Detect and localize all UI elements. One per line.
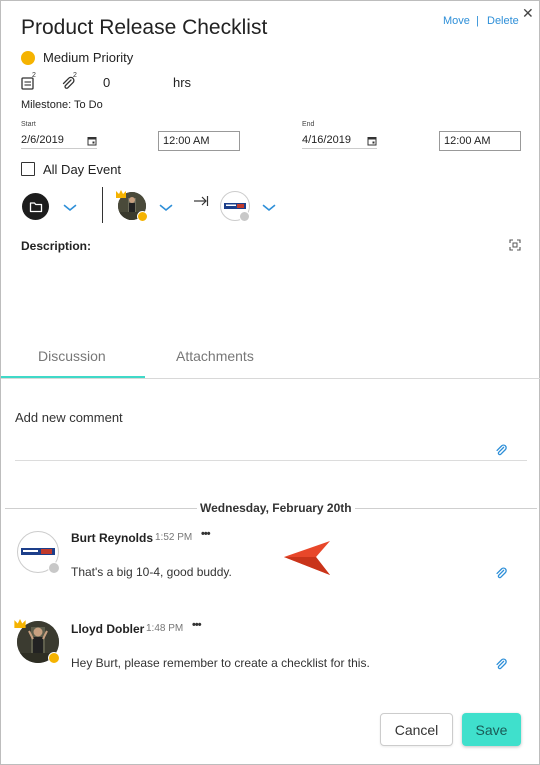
- date-divider: Wednesday, February 20th: [197, 501, 355, 515]
- crown-icon: [14, 619, 26, 628]
- start-time-field[interactable]: 12:00 AM: [158, 131, 240, 151]
- new-comment-underline: [15, 460, 527, 461]
- priority-indicator[interactable]: [21, 51, 35, 65]
- chevron-down-icon[interactable]: [262, 204, 276, 212]
- active-tab-indicator: [1, 376, 145, 378]
- crown-icon: [116, 190, 126, 198]
- start-label: Start: [21, 121, 36, 128]
- milestone-label[interactable]: Milestone: To Do: [21, 99, 103, 111]
- end-date-field[interactable]: 4/16/2019: [302, 131, 377, 149]
- priority-label[interactable]: Medium Priority: [43, 50, 133, 65]
- comment-more-button[interactable]: •••: [192, 619, 202, 631]
- start-date-field[interactable]: 2/6/2019: [21, 131, 97, 149]
- hours-unit: hrs: [173, 75, 192, 90]
- tabs-divider: [1, 378, 540, 379]
- status-offline-indicator: [239, 211, 250, 222]
- comment-more-button[interactable]: •••: [201, 528, 211, 540]
- calendar-icon[interactable]: [367, 136, 377, 146]
- all-day-label[interactable]: All Day Event: [43, 162, 121, 177]
- comment-author[interactable]: Lloyd Dobler: [71, 622, 144, 636]
- comment-author[interactable]: Burt Reynolds: [71, 531, 153, 545]
- header-separator: |: [476, 15, 479, 27]
- hours-value[interactable]: 0: [103, 75, 110, 90]
- new-comment-input[interactable]: Add new comment: [15, 410, 123, 425]
- start-date-value: 2/6/2019: [21, 134, 64, 146]
- comment-time: 1:48 PM: [146, 623, 184, 634]
- comment-text: Hey Burt, please remember to create a ch…: [71, 656, 370, 670]
- chevron-down-icon[interactable]: [159, 204, 173, 212]
- calendar-icon[interactable]: [87, 136, 97, 146]
- attachment-count: 2: [73, 72, 77, 79]
- chevron-down-icon[interactable]: [63, 204, 77, 212]
- all-day-checkbox[interactable]: [21, 162, 35, 176]
- close-icon[interactable]: ✕: [522, 5, 534, 22]
- cancel-button[interactable]: Cancel: [380, 713, 453, 746]
- task-dialog: Product Release Checklist Move | Delete …: [0, 0, 540, 765]
- task-title[interactable]: Product Release Checklist: [21, 16, 267, 40]
- tab-discussion[interactable]: Discussion: [38, 348, 106, 364]
- cursor-arrow-icon: [284, 541, 330, 575]
- save-button[interactable]: Save: [462, 713, 521, 746]
- checklist-count: 2: [32, 72, 36, 79]
- end-label: End: [302, 121, 315, 128]
- paperclip-icon[interactable]: [494, 657, 508, 671]
- paperclip-icon[interactable]: [494, 566, 508, 580]
- status-away-indicator: [137, 211, 148, 222]
- folder-icon: [29, 201, 42, 212]
- tab-attachments[interactable]: Attachments: [176, 348, 254, 364]
- paperclip-icon[interactable]: [494, 443, 508, 457]
- description-label: Description:: [21, 239, 92, 253]
- project-folder-button[interactable]: [22, 193, 49, 220]
- end-time-field[interactable]: 12:00 AM: [439, 131, 521, 151]
- toolbar-divider: [102, 187, 103, 223]
- status-away-indicator: [48, 652, 60, 664]
- move-link[interactable]: Move: [443, 15, 470, 27]
- comment-text: That's a big 10-4, good buddy.: [71, 565, 232, 579]
- status-offline-indicator: [48, 562, 60, 574]
- end-date-value: 4/16/2019: [302, 134, 351, 146]
- expand-icon[interactable]: [509, 239, 521, 251]
- delete-link[interactable]: Delete: [487, 15, 519, 27]
- comment-time: 1:52 PM: [155, 532, 193, 543]
- assign-arrow-icon: [194, 196, 209, 206]
